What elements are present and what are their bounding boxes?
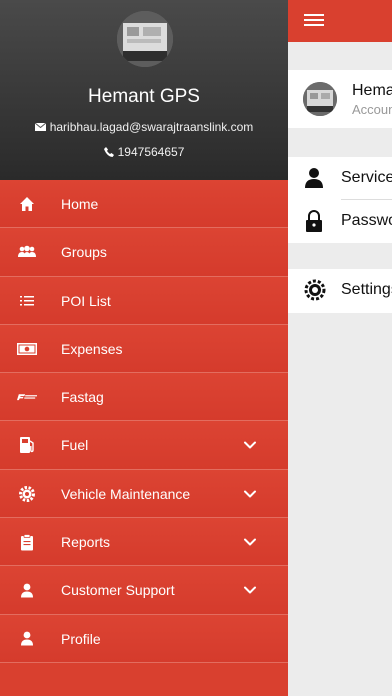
chevron-down-icon[interactable] [243, 487, 257, 501]
email-line: haribhau.lagad@swarajtraanslink.com [0, 120, 288, 134]
profile-subtitle: Account [352, 102, 392, 117]
menu-label: Profile [61, 630, 101, 647]
services-row[interactable]: Services [288, 157, 392, 200]
settings-row[interactable]: Settings [288, 269, 392, 313]
menu-item-fuel[interactable]: Fuel [0, 421, 288, 470]
person-icon [17, 580, 37, 600]
settings-row-inner: Settings [288, 269, 392, 312]
menu-item-vehicle-maintenance[interactable]: Vehicle Maintenance [0, 469, 288, 519]
money-icon [17, 339, 37, 359]
hamburger-menu-icon[interactable] [304, 14, 324, 26]
mail-icon [34, 123, 46, 131]
phone-icon [103, 147, 114, 157]
top-bar [288, 0, 392, 42]
services-label: Services [341, 169, 392, 186]
password-label: Password [341, 212, 392, 229]
account-card: Services Password [288, 157, 392, 243]
menu-label: POI List [61, 292, 111, 309]
groups-icon [17, 242, 37, 262]
menu-label: Groups [61, 244, 107, 261]
menu-item-expenses[interactable]: Expenses [0, 324, 288, 374]
avatar[interactable] [117, 11, 173, 67]
drawer-menu: Home Groups POI List Expenses Fastag Fue… [0, 180, 288, 663]
menu-item-fastag[interactable]: Fastag [0, 373, 288, 422]
user-name: Hemant GPS [88, 86, 200, 107]
menu-label: Customer Support [61, 582, 175, 599]
menu-label: Expenses [61, 340, 123, 357]
user-email: haribhau.lagad@swarajtraanslink.com [49, 120, 254, 134]
menu-item-profile[interactable]: Profile [0, 614, 288, 663]
settings-label: Settings [341, 281, 392, 298]
fastag-icon [17, 387, 37, 407]
gear-icon [304, 279, 326, 301]
list-icon [17, 291, 37, 311]
menu-label: Fastag [61, 389, 104, 406]
lock-icon [304, 210, 324, 232]
user-phone: 1947564657 [117, 145, 185, 159]
person-icon [304, 167, 324, 189]
background-screen: Hemant GPS Account Services Password Set… [288, 0, 392, 696]
menu-item-poi-list[interactable]: POI List [0, 276, 288, 325]
phone-line: 1947564657 [0, 145, 288, 159]
fuel-icon [17, 435, 37, 455]
avatar [303, 82, 337, 116]
menu-label: Fuel [61, 437, 89, 454]
chevron-down-icon[interactable] [243, 438, 257, 452]
menu-item-customer-support[interactable]: Customer Support [0, 566, 288, 615]
menu-label: Reports [61, 534, 111, 551]
clipboard-icon [17, 532, 37, 552]
profile-card[interactable]: Hemant GPS Account [288, 70, 392, 128]
menu-label: Home [61, 196, 99, 212]
home-icon [17, 194, 37, 214]
menu-item-home[interactable]: Home [0, 180, 288, 229]
person-icon [17, 629, 37, 649]
menu-label: Vehicle Maintenance [61, 485, 191, 502]
navigation-drawer: Hemant GPS haribhau.lagad@swarajtraansli… [0, 0, 288, 696]
chevron-down-icon[interactable] [243, 583, 257, 597]
password-row[interactable]: Password [288, 200, 392, 243]
chevron-down-icon[interactable] [243, 535, 257, 549]
profile-name: Hemant GPS [352, 82, 392, 99]
gear-icon [17, 484, 37, 504]
menu-item-reports[interactable]: Reports [0, 518, 288, 567]
drawer-header: Hemant GPS haribhau.lagad@swarajtraansli… [0, 0, 288, 180]
menu-item-groups[interactable]: Groups [0, 228, 288, 277]
